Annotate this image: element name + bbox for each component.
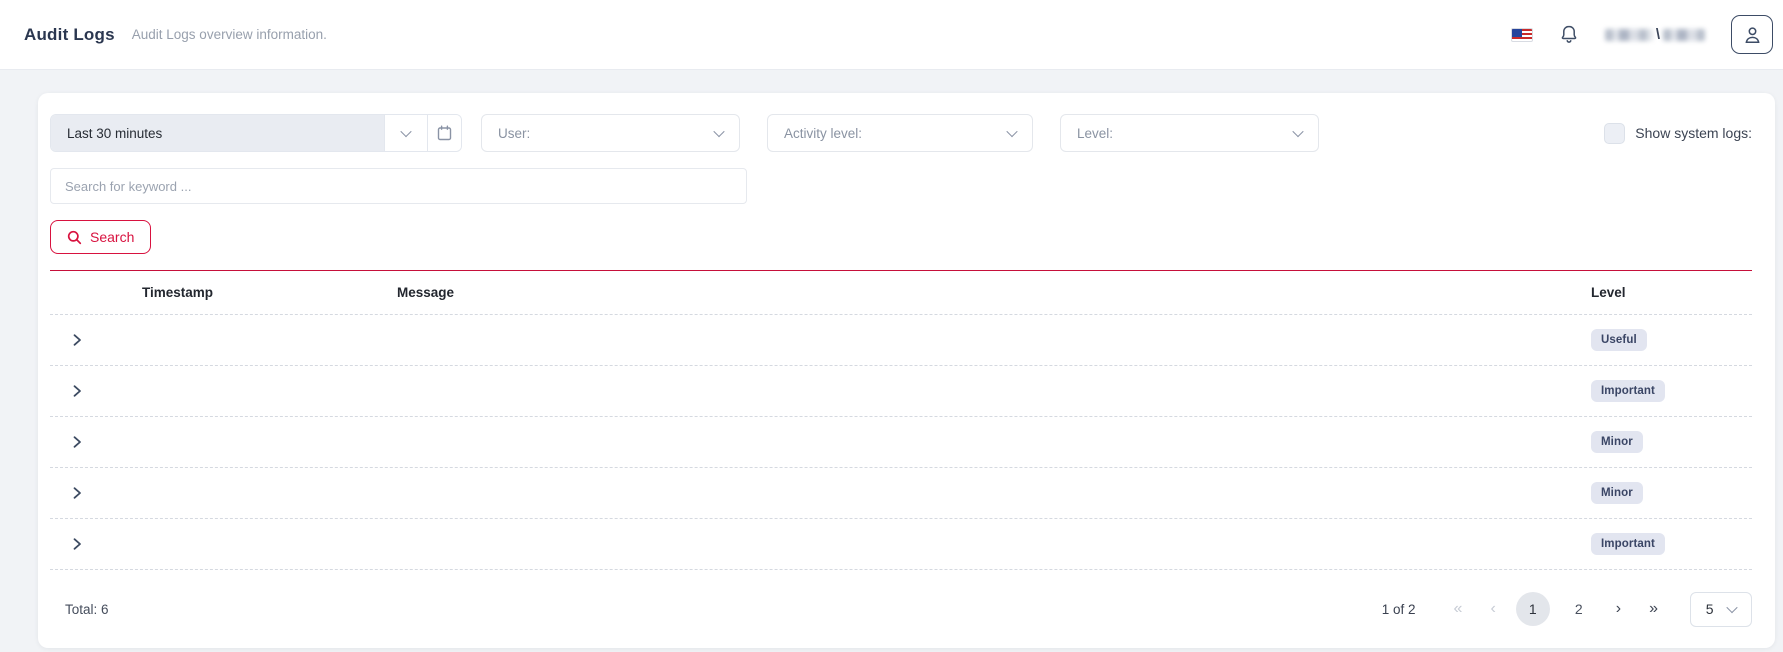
search-button-row: Search xyxy=(50,220,1752,254)
expand-row-button[interactable] xyxy=(68,433,86,451)
expand-row-button[interactable] xyxy=(68,484,86,502)
chevron-right-icon xyxy=(70,435,84,449)
table-row: Important xyxy=(50,519,1752,570)
search-button-label: Search xyxy=(90,229,134,245)
table-row: Important xyxy=(50,366,1752,417)
search-row xyxy=(50,168,1752,204)
level-badge: Important xyxy=(1591,533,1665,555)
notifications-bell-button[interactable] xyxy=(1559,24,1579,45)
expand-row-button[interactable] xyxy=(68,331,86,349)
first-page-button[interactable]: « xyxy=(1446,596,1471,622)
keyword-search-input[interactable] xyxy=(50,168,747,204)
redacted-username xyxy=(1663,29,1705,41)
date-range-picker[interactable]: Last 30 minutes xyxy=(50,114,462,152)
level-badge: Important xyxy=(1591,380,1665,402)
top-bar: Audit Logs Audit Logs overview informati… xyxy=(0,0,1783,70)
table-row: Useful xyxy=(50,315,1752,366)
audit-logs-card: Last 30 minutes User: Activity level: Le… xyxy=(38,93,1775,648)
user-select[interactable]: User: xyxy=(481,114,740,152)
user-select-label: User: xyxy=(498,126,530,141)
activity-level-select-label: Activity level: xyxy=(784,126,862,141)
show-system-logs-control: Show system logs: xyxy=(1604,123,1752,144)
chevron-down-icon xyxy=(1292,126,1303,137)
show-system-logs-label: Show system logs: xyxy=(1635,125,1752,141)
language-flag-button[interactable] xyxy=(1511,28,1533,42)
redacted-domain xyxy=(1605,29,1653,41)
date-range-dropdown-toggle[interactable] xyxy=(384,115,427,151)
page-title: Audit Logs xyxy=(24,25,115,45)
account-button[interactable] xyxy=(1731,15,1773,54)
calendar-icon xyxy=(437,125,452,141)
level-badge: Useful xyxy=(1591,329,1647,351)
chevron-right-icon xyxy=(70,537,84,551)
message-column-header: Message xyxy=(397,285,1591,300)
person-icon xyxy=(1743,25,1762,45)
level-badge: Minor xyxy=(1591,482,1643,504)
chevron-right-icon xyxy=(70,333,84,347)
page-2-button[interactable]: 2 xyxy=(1562,592,1596,626)
level-badge: Minor xyxy=(1591,431,1643,453)
us-flag-icon xyxy=(1511,28,1533,42)
level-select[interactable]: Level: xyxy=(1060,114,1319,152)
date-range-value[interactable]: Last 30 minutes xyxy=(51,115,384,151)
page-size-select[interactable]: 5 xyxy=(1690,592,1752,627)
topbar-actions: \ xyxy=(1511,15,1773,54)
table-row: Minor xyxy=(50,468,1752,519)
chevron-right-icon xyxy=(70,384,84,398)
level-select-label: Level: xyxy=(1077,126,1113,141)
pagination: 1 of 2 « ‹ 1 2 › » 5 xyxy=(1382,592,1752,627)
last-page-button[interactable]: » xyxy=(1641,596,1666,622)
domain-separator: \ xyxy=(1656,26,1660,43)
search-button[interactable]: Search xyxy=(50,220,151,254)
chevron-down-icon xyxy=(713,126,724,137)
date-range-calendar-toggle[interactable] xyxy=(427,115,461,151)
table-header: Timestamp Message Level xyxy=(50,271,1752,315)
activity-level-select[interactable]: Activity level: xyxy=(767,114,1033,152)
next-page-button[interactable]: › xyxy=(1608,596,1629,622)
chevron-down-icon xyxy=(400,126,411,137)
level-column-header: Level xyxy=(1591,285,1752,300)
table-body: Useful Important xyxy=(50,315,1752,570)
chevron-down-icon xyxy=(1727,602,1738,613)
page-1-button[interactable]: 1 xyxy=(1516,592,1550,626)
table-footer: Total: 6 1 of 2 « ‹ 1 2 › » 5 xyxy=(50,570,1752,648)
table-row: Minor xyxy=(50,417,1752,468)
expand-row-button[interactable] xyxy=(68,535,86,553)
chevron-down-icon xyxy=(1006,126,1017,137)
timestamp-column-header: Timestamp xyxy=(142,285,397,300)
expand-row-button[interactable] xyxy=(68,382,86,400)
page-size-value: 5 xyxy=(1706,601,1714,617)
show-system-logs-checkbox[interactable] xyxy=(1604,123,1625,144)
page-info: 1 of 2 xyxy=(1382,602,1416,617)
page-subtitle: Audit Logs overview information. xyxy=(132,27,327,42)
magnifier-icon xyxy=(67,230,82,245)
total-count: Total: 6 xyxy=(65,602,109,617)
current-user-display: \ xyxy=(1605,26,1705,43)
filters-row: Last 30 minutes User: Activity level: Le… xyxy=(50,114,1752,152)
prev-page-button[interactable]: ‹ xyxy=(1482,596,1503,622)
chevron-right-icon xyxy=(70,486,84,500)
bell-icon xyxy=(1559,24,1579,45)
